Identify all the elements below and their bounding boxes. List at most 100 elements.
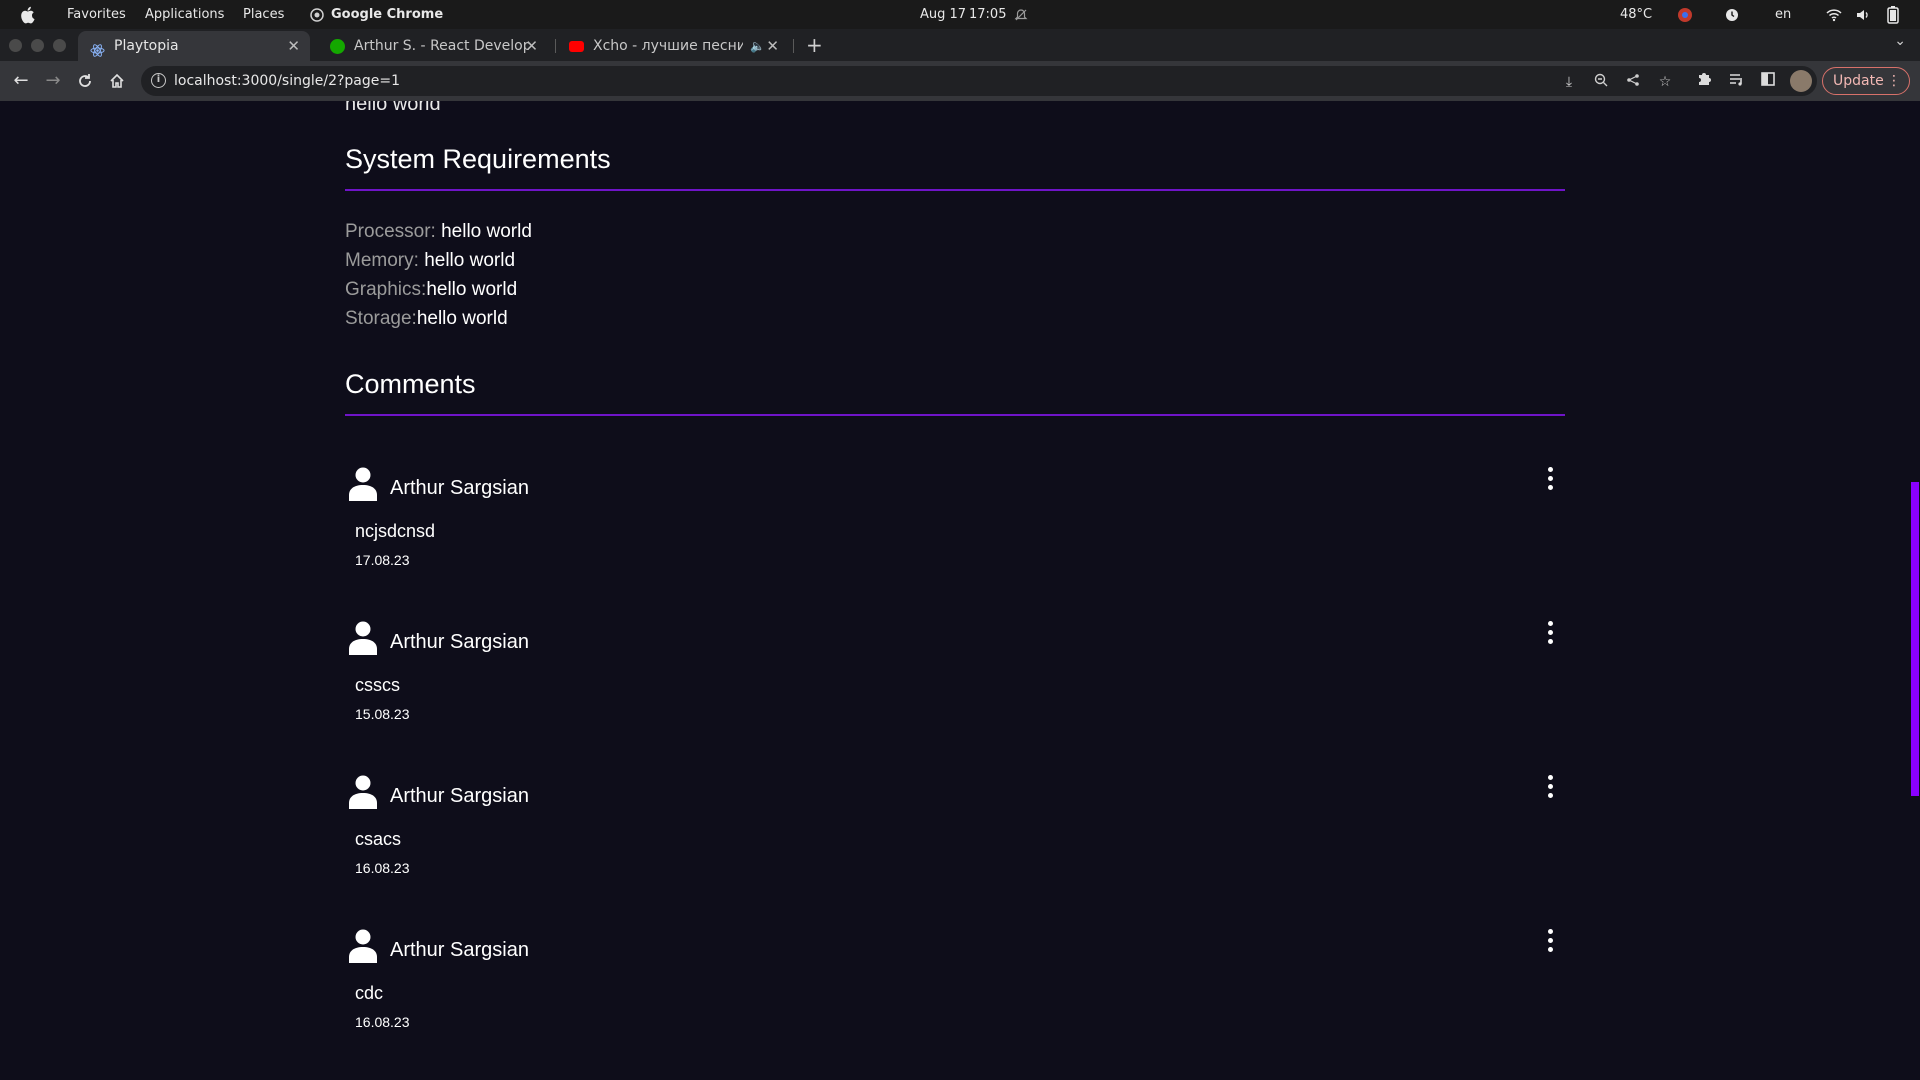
comment-author: Arthur Sargsian [390, 477, 529, 499]
tab-separator [793, 39, 794, 53]
media-controls-icon[interactable] [1726, 71, 1746, 91]
section-divider [345, 414, 1565, 416]
active-app-name[interactable]: Google Chrome [331, 0, 443, 29]
reload-button[interactable] [74, 70, 96, 92]
comment-more-options-icon[interactable] [1540, 925, 1560, 959]
page-content: hello world System Requirements Processo… [0, 101, 1910, 1080]
os-top-bar: Favorites Applications Places Google Chr… [0, 0, 1920, 29]
user-avatar-icon [349, 929, 377, 963]
update-button[interactable]: Update ⋮ [1822, 67, 1910, 95]
comment-text: csscs [355, 675, 400, 695]
tab-title: Xcho - лучшие песни [593, 38, 743, 54]
requirement-memory: Memory: hello world [345, 250, 515, 272]
install-app-icon[interactable]: ⤓ [1560, 73, 1578, 91]
comment-more-options-icon[interactable] [1540, 771, 1560, 805]
user-avatar-icon [349, 621, 377, 655]
user-avatar-icon [349, 775, 377, 809]
audio-playing-icon[interactable]: 🔈 [750, 31, 765, 61]
comment-item: Arthur Sargsian ncjsdcnsd 17.08.23 [345, 467, 1565, 607]
requirement-processor: Processor: hello world [345, 221, 532, 243]
comments-heading: Comments [345, 369, 476, 399]
tab-search-chevron-down-icon[interactable]: ⌄ [1894, 33, 1906, 49]
temperature[interactable]: 48°C [1620, 0, 1652, 29]
comment-author: Arthur Sargsian [390, 785, 529, 807]
browser-toolbar: ← → i localhost:3000/single/2?page=1 ⤓ ☆… [0, 61, 1920, 101]
requirement-label: Graphics: [345, 279, 427, 300]
menu-favorites[interactable]: Favorites [67, 0, 126, 29]
requirement-value: hello world [441, 221, 532, 242]
comment-date: 16.08.23 [355, 860, 410, 876]
active-app-chrome-icon [310, 0, 324, 29]
comment-more-options-icon[interactable] [1540, 463, 1560, 497]
close-tab-icon[interactable]: ✕ [287, 31, 300, 61]
comment-text: cdc [355, 983, 384, 1003]
window-close-button[interactable] [9, 39, 22, 52]
close-tab-icon[interactable]: ✕ [766, 31, 779, 61]
tab-separator [555, 39, 556, 53]
url-text[interactable]: localhost:3000/single/2?page=1 [174, 66, 400, 96]
more-menu-icon[interactable]: ⋮ [1887, 68, 1901, 94]
home-button[interactable] [106, 70, 128, 92]
volume-icon[interactable] [1855, 0, 1871, 29]
react-icon [90, 39, 105, 57]
bookmark-star-icon[interactable]: ☆ [1656, 73, 1674, 91]
requirement-label: Memory: [345, 250, 425, 271]
share-icon[interactable] [1624, 73, 1642, 91]
comment-date: 15.08.23 [355, 706, 410, 722]
user-avatar-icon [349, 467, 377, 501]
extensions-puzzle-icon[interactable] [1694, 71, 1714, 91]
comment-more-options-icon[interactable] [1540, 617, 1560, 651]
requirement-label: Storage: [345, 308, 417, 329]
upwork-icon [330, 39, 345, 54]
site-info-icon[interactable]: i [151, 73, 166, 88]
clock-date[interactable]: Aug 17 [920, 0, 966, 29]
comment-date: 17.08.23 [355, 552, 410, 568]
tab-title: Arthur S. - React Develope [354, 38, 529, 54]
comment-text: ncjsdcnsd [355, 521, 436, 541]
new-tab-button[interactable]: + [806, 31, 823, 59]
address-bar[interactable]: i localhost:3000/single/2?page=1 ⤓ ☆ [141, 66, 1817, 96]
timer-icon[interactable] [1725, 0, 1739, 29]
profile-avatar[interactable] [1790, 70, 1812, 92]
menu-places[interactable]: Places [243, 0, 284, 29]
back-button[interactable]: ← [10, 70, 32, 92]
window-maximize-button[interactable] [53, 39, 66, 52]
menu-applications[interactable]: Applications [145, 0, 224, 29]
section-divider [345, 189, 1565, 191]
comment-item: Arthur Sargsian csscs 15.08.23 [345, 621, 1565, 761]
wifi-icon[interactable] [1826, 0, 1842, 29]
tab-youtube[interactable]: Xcho - лучшие песни 🔈 ✕ [557, 31, 789, 61]
requirement-graphics: Graphics:hello world [345, 279, 517, 301]
comment-item: Arthur Sargsian csacs 16.08.23 [345, 775, 1565, 915]
indicator-badge-icon[interactable] [1677, 0, 1693, 29]
zoom-icon[interactable] [1592, 73, 1610, 91]
side-panel-icon[interactable] [1758, 71, 1778, 91]
language-indicator[interactable]: en [1775, 0, 1791, 29]
comment-text: csacs [355, 829, 402, 849]
requirement-value: hello world [426, 279, 518, 300]
requirement-label: Processor: [345, 221, 442, 242]
tab-title: Playtopia [114, 38, 179, 54]
description-text: hello world [345, 101, 441, 115]
requirement-value: hello world [424, 250, 516, 271]
close-tab-icon[interactable]: ✕ [525, 31, 538, 61]
comment-author: Arthur Sargsian [390, 631, 529, 653]
requirement-value: hello world [416, 308, 508, 329]
comment-date: 16.08.23 [355, 1014, 410, 1030]
forward-button[interactable]: → [42, 70, 64, 92]
system-requirements-heading: System Requirements [345, 144, 611, 174]
comment-author: Arthur Sargsian [390, 939, 529, 961]
battery-icon[interactable] [1887, 0, 1899, 29]
update-button-label: Update [1833, 73, 1884, 89]
window-minimize-button[interactable] [31, 39, 44, 52]
clock-time[interactable]: 17:05 [969, 0, 1006, 29]
tab-strip: Playtopia ✕ Arthur S. - React Develope ✕… [0, 29, 1920, 61]
tab-upwork[interactable]: Arthur S. - React Develope ✕ [318, 31, 548, 61]
comment-item: Arthur Sargsian cdc 16.08.23 [345, 929, 1565, 1069]
tab-playtopia[interactable]: Playtopia ✕ [78, 31, 310, 61]
notifications-muted-icon[interactable] [1014, 0, 1028, 29]
apple-menu-icon[interactable] [19, 0, 37, 29]
requirement-storage: Storage:hello world [345, 308, 508, 330]
youtube-icon [569, 41, 584, 52]
page-scrollbar-thumb[interactable] [1911, 482, 1919, 796]
